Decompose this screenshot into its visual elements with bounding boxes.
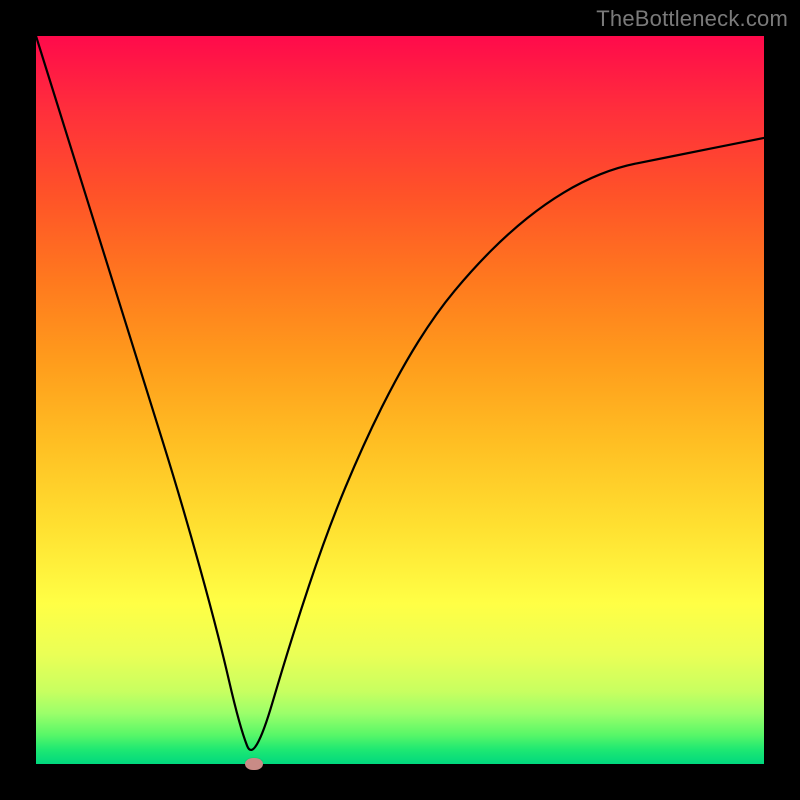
chart-frame: TheBottleneck.com <box>0 0 800 800</box>
optimal-point-marker <box>245 758 263 770</box>
watermark-text: TheBottleneck.com <box>596 6 788 32</box>
bottleneck-curve <box>36 36 764 764</box>
chart-plot-area <box>36 36 764 764</box>
